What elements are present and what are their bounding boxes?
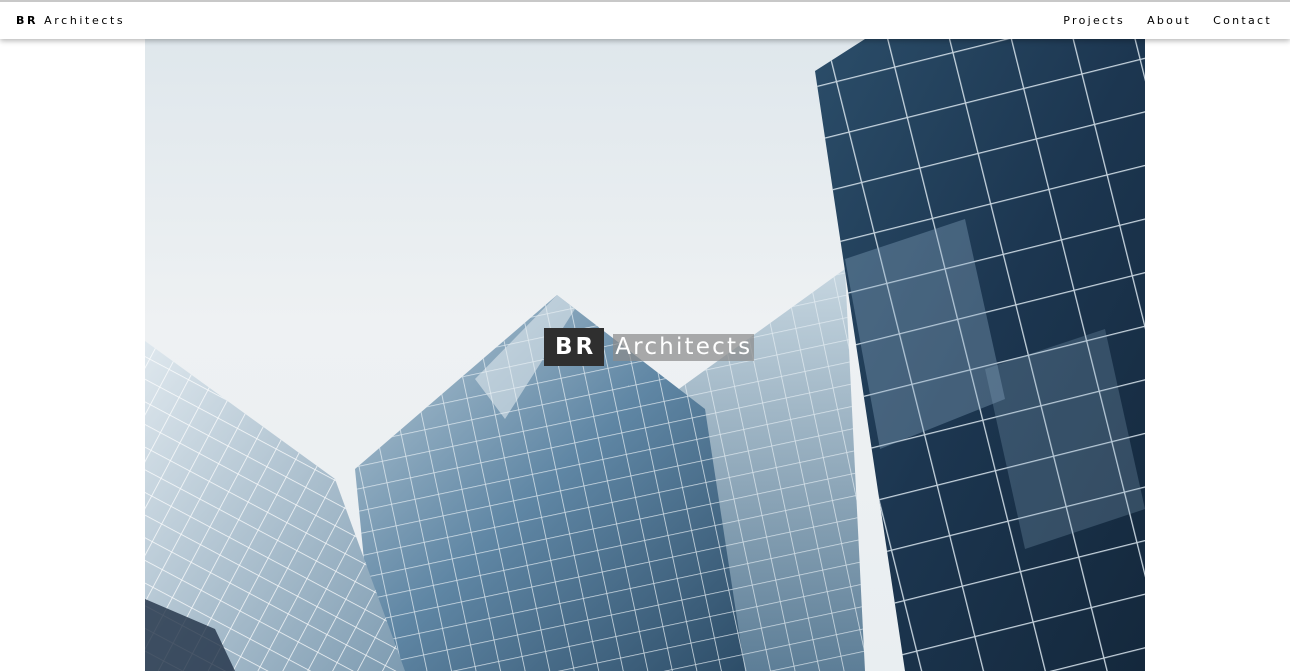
brand-initials: BR [16, 14, 39, 27]
main-nav: Projects About Contact [1063, 14, 1272, 27]
hero-title: BR Architects [544, 328, 755, 366]
nav-link-about[interactable]: About [1147, 14, 1191, 27]
hero-title-name: Architects [613, 333, 755, 361]
brand-logo[interactable]: BR Architects [16, 14, 125, 27]
nav-link-projects[interactable]: Projects [1063, 14, 1125, 27]
hero-title-initials: BR [544, 328, 605, 366]
top-navbar: BR Architects Projects About Contact [0, 0, 1290, 39]
nav-link-contact[interactable]: Contact [1213, 14, 1272, 27]
brand-name: Architects [44, 14, 126, 27]
hero-image: BR Architects [145, 39, 1145, 671]
